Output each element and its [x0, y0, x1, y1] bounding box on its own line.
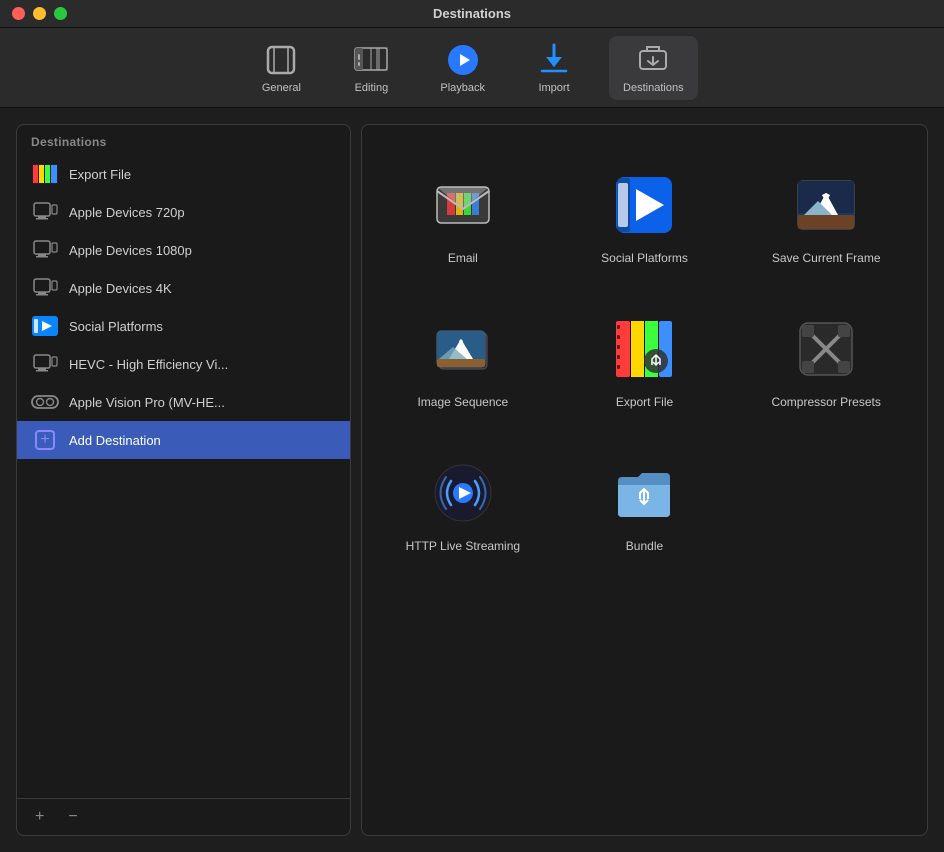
sidebar-item-add-destination[interactable]: + Add Destination — [17, 421, 350, 459]
destination-item-save-frame[interactable]: Save Current Frame — [745, 155, 907, 279]
main-content: Destinations Export File — [0, 108, 944, 852]
export-file-icon — [31, 163, 59, 185]
sidebar: Destinations Export File — [16, 124, 351, 836]
destination-item-http-streaming[interactable]: HTTP Live Streaming — [382, 443, 544, 567]
social-platforms-icon — [31, 315, 59, 337]
general-label: General — [262, 82, 301, 94]
sidebar-item-label: Apple Devices 720p — [69, 205, 185, 220]
compressor-label: Compressor Presets — [771, 395, 880, 409]
email-label: Email — [448, 251, 478, 265]
export-label: Export File — [616, 395, 673, 409]
destination-item-bundle[interactable]: Bundle — [564, 443, 726, 567]
remove-button[interactable]: − — [64, 807, 81, 827]
compressor-icon — [790, 313, 862, 385]
window-title: Destinations — [433, 6, 511, 21]
hevc-icon — [31, 353, 59, 375]
http-streaming-label: HTTP Live Streaming — [406, 539, 521, 553]
sidebar-item-apple-4k[interactable]: Apple Devices 4K — [17, 269, 350, 307]
sidebar-item-label: Apple Devices 4K — [69, 281, 172, 296]
destinations-icon — [635, 42, 671, 78]
minimize-button[interactable] — [33, 7, 46, 20]
http-streaming-icon — [427, 457, 499, 529]
playback-label: Playback — [440, 82, 485, 94]
social-label: Social Platforms — [601, 251, 688, 265]
editing-label: Editing — [355, 82, 389, 94]
playback-icon — [445, 42, 481, 78]
toolbar-item-import[interactable]: Import — [519, 36, 589, 100]
apple-4k-icon — [31, 277, 59, 299]
destination-item-email[interactable]: Email — [382, 155, 544, 279]
sidebar-item-label: HEVC - High Efficiency Vi... — [69, 357, 228, 372]
apple-vision-icon — [31, 391, 59, 413]
toolbar-item-destinations[interactable]: Destinations — [609, 36, 698, 100]
apple-720p-icon — [31, 201, 59, 223]
sidebar-header: Destinations — [17, 125, 350, 155]
sidebar-item-apple-1080p[interactable]: Apple Devices 1080p — [17, 231, 350, 269]
social-icon — [608, 169, 680, 241]
apple-1080p-icon — [31, 239, 59, 261]
close-button[interactable] — [12, 7, 25, 20]
save-frame-icon — [790, 169, 862, 241]
destination-item-export[interactable]: Export File — [564, 299, 726, 423]
destination-item-compressor[interactable]: Compressor Presets — [745, 299, 907, 423]
sidebar-list: Export File Apple Devices 720p — [17, 155, 350, 798]
export-icon — [608, 313, 680, 385]
toolbar: General Editing Playback — [0, 28, 944, 108]
import-icon — [536, 42, 572, 78]
image-sequence-icon — [427, 313, 499, 385]
editing-icon — [353, 42, 389, 78]
maximize-button[interactable] — [54, 7, 67, 20]
destination-grid: Email Social Platforms — [361, 124, 928, 836]
toolbar-item-playback[interactable]: Playback — [426, 36, 499, 100]
destinations-label: Destinations — [623, 82, 684, 94]
add-destination-icon: + — [31, 429, 59, 451]
email-icon — [427, 169, 499, 241]
sidebar-item-apple-vision[interactable]: Apple Vision Pro (MV-HE... — [17, 383, 350, 421]
sidebar-bottom: + − — [17, 798, 350, 835]
sidebar-item-apple-720p[interactable]: Apple Devices 720p — [17, 193, 350, 231]
bundle-label: Bundle — [626, 539, 663, 553]
import-label: Import — [538, 82, 569, 94]
sidebar-item-hevc[interactable]: HEVC - High Efficiency Vi... — [17, 345, 350, 383]
add-button[interactable]: + — [31, 807, 48, 827]
toolbar-item-general[interactable]: General — [246, 36, 316, 100]
save-frame-label: Save Current Frame — [772, 251, 881, 265]
window-controls — [12, 7, 67, 20]
title-bar: Destinations — [0, 0, 944, 28]
destination-item-social[interactable]: Social Platforms — [564, 155, 726, 279]
sidebar-item-label: Export File — [69, 167, 131, 182]
sidebar-item-label: Add Destination — [69, 433, 161, 448]
sidebar-item-social-platforms[interactable]: Social Platforms — [17, 307, 350, 345]
sidebar-item-label: Social Platforms — [69, 319, 163, 334]
toolbar-item-editing[interactable]: Editing — [336, 36, 406, 100]
bundle-icon — [608, 457, 680, 529]
destination-item-image-sequence[interactable]: Image Sequence — [382, 299, 544, 423]
sidebar-item-label: Apple Devices 1080p — [69, 243, 192, 258]
image-sequence-label: Image Sequence — [417, 395, 508, 409]
general-icon — [263, 42, 299, 78]
sidebar-item-export-file[interactable]: Export File — [17, 155, 350, 193]
sidebar-item-label: Apple Vision Pro (MV-HE... — [69, 395, 225, 410]
